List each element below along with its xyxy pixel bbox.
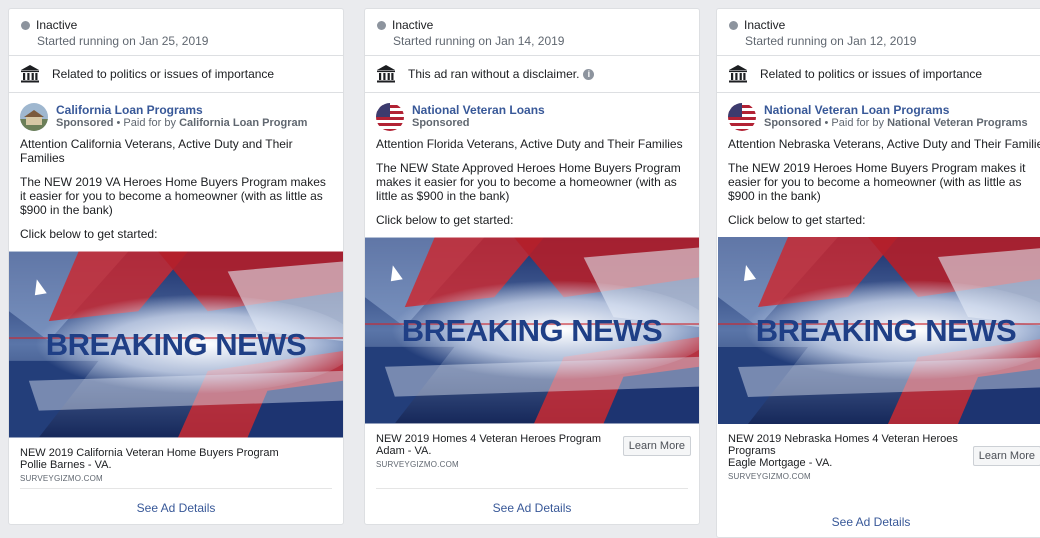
link-title: NEW 2019 California Veteran Home Buyers … bbox=[20, 447, 279, 459]
ad-status: Inactive Started running on Jan 25, 2019 bbox=[9, 9, 343, 55]
government-building-icon bbox=[376, 64, 396, 84]
ad-card: Inactive Started running on Jan 12, 2019… bbox=[716, 8, 1040, 538]
learn-more-button[interactable]: Learn More bbox=[622, 436, 691, 456]
advertiser-header: National Veteran Loans Sponsored bbox=[365, 93, 699, 137]
started-date: Started running on Jan 25, 2019 bbox=[37, 34, 209, 48]
breaking-news-text: BREAKING NEWS bbox=[401, 313, 663, 348]
avatar[interactable] bbox=[376, 103, 404, 131]
disclaimer-row: Related to politics or issues of importa… bbox=[9, 56, 343, 92]
ad-image[interactable]: BREAKING NEWS bbox=[9, 251, 343, 438]
see-ad-details-link[interactable]: See Ad Details bbox=[728, 515, 1014, 529]
inactive-dot-icon bbox=[377, 20, 386, 30]
government-building-icon bbox=[20, 64, 40, 84]
breaking-news-text: BREAKING NEWS bbox=[755, 313, 1017, 348]
ad-status: Inactive Started running on Jan 12, 2019 bbox=[717, 9, 1040, 55]
advertiser-header: California Loan Programs Sponsored • Pai… bbox=[9, 93, 343, 137]
avatar[interactable] bbox=[20, 103, 48, 131]
ad-body: Attention California Veterans, Active Du… bbox=[20, 137, 326, 241]
disclaimer-text: Related to politics or issues of importa… bbox=[760, 67, 983, 81]
info-icon[interactable]: i bbox=[583, 68, 595, 80]
paid-for-name[interactable]: National Veteran Programs bbox=[887, 117, 1028, 129]
government-building-icon bbox=[728, 64, 748, 84]
link-domain: SURVEYGIZMO.COM bbox=[728, 472, 811, 481]
ad-link-footer[interactable]: NEW 2019 California Veteran Home Buyers … bbox=[9, 438, 343, 485]
ad-card: Inactive Started running on Jan 14, 2019… bbox=[364, 8, 700, 525]
ad-link-footer[interactable]: NEW 2019 Homes 4 Veteran Heroes Program … bbox=[365, 424, 699, 471]
disclaimer-text: This ad ran without a disclaimer. bbox=[408, 67, 580, 81]
inactive-dot-icon bbox=[21, 20, 30, 30]
see-ad-details-link[interactable]: See Ad Details bbox=[20, 501, 332, 515]
status-label: Inactive bbox=[744, 18, 786, 32]
ad-link-footer[interactable]: NEW 2019 Nebraska Homes 4 Veteran Heroes… bbox=[717, 424, 1040, 483]
advertiser-name[interactable]: National Veteran Loan Programs bbox=[764, 103, 1028, 117]
advertiser-header: National Veteran Loan Programs Sponsored… bbox=[717, 93, 1040, 137]
breaking-news-text: BREAKING NEWS bbox=[45, 327, 307, 362]
disclaimer-row: Related to politics or issues of importa… bbox=[717, 56, 1040, 92]
link-title: NEW 2019 Nebraska Homes 4 Veteran Heroes… bbox=[728, 433, 958, 457]
see-ad-details-link[interactable]: See Ad Details bbox=[376, 501, 688, 515]
link-description: Pollie Barnes - VA. bbox=[20, 459, 112, 471]
link-domain: SURVEYGIZMO.COM bbox=[376, 460, 459, 469]
avatar[interactable] bbox=[728, 103, 756, 131]
ad-image[interactable]: BREAKING NEWS bbox=[717, 237, 1040, 424]
status-label: Inactive bbox=[392, 18, 434, 32]
ad-body: Attention Florida Veterans, Active Duty … bbox=[376, 137, 683, 227]
started-date: Started running on Jan 14, 2019 bbox=[393, 34, 565, 48]
ad-status: Inactive Started running on Jan 14, 2019 bbox=[365, 9, 699, 55]
advertiser-name[interactable]: California Loan Programs bbox=[56, 103, 307, 117]
inactive-dot-icon bbox=[729, 20, 738, 30]
disclaimer-row: This ad ran without a disclaimer. i bbox=[365, 56, 699, 92]
status-label: Inactive bbox=[36, 18, 78, 32]
ad-body: Attention Nebraska Veterans, Active Duty… bbox=[728, 137, 1040, 227]
ad-card: Inactive Started running on Jan 25, 2019… bbox=[8, 8, 344, 525]
started-date: Started running on Jan 12, 2019 bbox=[745, 34, 917, 48]
ad-image[interactable]: BREAKING NEWS bbox=[365, 237, 699, 424]
paid-for-name[interactable]: California Loan Program bbox=[179, 117, 307, 129]
advertiser-name[interactable]: National Veteran Loans bbox=[412, 103, 545, 117]
sponsored-line: Sponsored • Paid for by California Loan … bbox=[56, 117, 308, 129]
learn-more-button[interactable]: Learn More bbox=[972, 446, 1040, 466]
sponsored-line: Sponsored • Paid for by National Veteran… bbox=[764, 117, 1028, 129]
link-domain: SURVEYGIZMO.COM bbox=[20, 474, 103, 483]
sponsored-line: Sponsored bbox=[412, 117, 470, 129]
disclaimer-text: Related to politics or issues of importa… bbox=[52, 67, 275, 81]
